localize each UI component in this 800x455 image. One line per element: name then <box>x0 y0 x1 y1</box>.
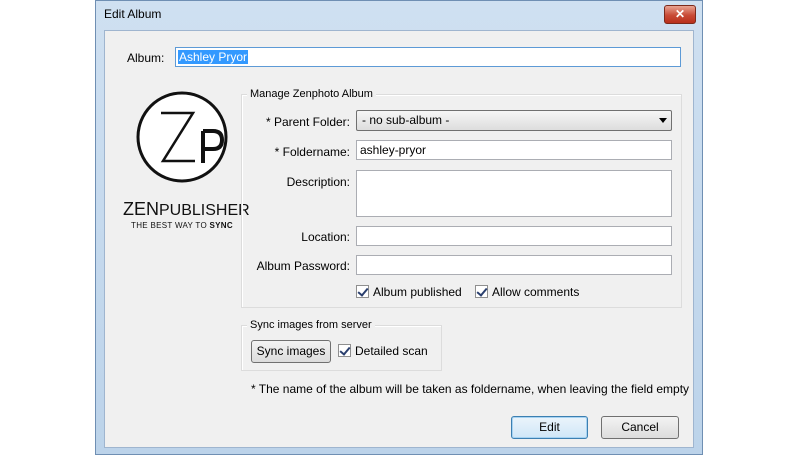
close-button[interactable]: ✕ <box>664 5 696 24</box>
dialog-body: Album: Ashley Pryor ZENPUBLISHER THE BES… <box>104 30 694 448</box>
album-label: Album: <box>127 51 165 65</box>
detailed-scan-checkbox[interactable] <box>338 344 351 357</box>
album-name-value: Ashley Pryor <box>178 50 249 64</box>
album-published-checkbox[interactable] <box>356 285 369 298</box>
cancel-button[interactable]: Cancel <box>601 416 679 439</box>
manage-album-group: Manage Zenphoto Album * Parent Folder: -… <box>241 88 682 308</box>
album-password-input[interactable] <box>356 255 672 275</box>
location-input[interactable] <box>356 226 672 246</box>
location-label: Location: <box>301 230 350 244</box>
close-icon: ✕ <box>674 7 686 21</box>
album-password-label: Album Password: <box>256 259 350 273</box>
foldername-label: * Foldername: <box>274 145 350 159</box>
window-title: Edit Album <box>104 7 162 21</box>
detailed-scan-label: Detailed scan <box>355 344 428 358</box>
description-textarea[interactable] <box>356 170 672 217</box>
allow-comments-label: Allow comments <box>492 285 580 299</box>
title-bar[interactable]: Edit Album ✕ <box>96 1 702 29</box>
description-label: Description: <box>286 175 350 189</box>
parent-folder-value: - no sub-album - <box>362 113 450 127</box>
foldername-note: * The name of the album will be taken as… <box>251 382 690 396</box>
zenpublisher-logo: ZENPUBLISHER THE BEST WAY TO SYNC <box>123 91 250 241</box>
allow-comments-checkbox[interactable] <box>475 285 488 298</box>
album-name-input[interactable]: Ashley Pryor <box>175 47 681 67</box>
parent-folder-label: * Parent Folder: <box>265 115 350 129</box>
parent-folder-select[interactable]: - no sub-album - <box>356 110 672 131</box>
foldername-input[interactable]: ashley-pryor <box>356 140 672 160</box>
logo-wordmark: ZENPUBLISHER <box>123 199 250 219</box>
edit-album-dialog: Edit Album ✕ Album: Ashley Pryor ZENPUBL… <box>95 0 703 455</box>
album-published-label: Album published <box>373 285 462 299</box>
sync-images-group-title: Sync images from server <box>247 319 375 331</box>
logo-tagline: THE BEST WAY TO SYNC <box>131 221 233 230</box>
chevron-down-icon <box>659 118 667 123</box>
manage-album-group-title: Manage Zenphoto Album <box>247 88 376 100</box>
sync-images-group: Sync images from server Sync images Deta… <box>241 319 442 371</box>
sync-images-button[interactable]: Sync images <box>251 340 331 363</box>
edit-button[interactable]: Edit <box>511 416 588 439</box>
